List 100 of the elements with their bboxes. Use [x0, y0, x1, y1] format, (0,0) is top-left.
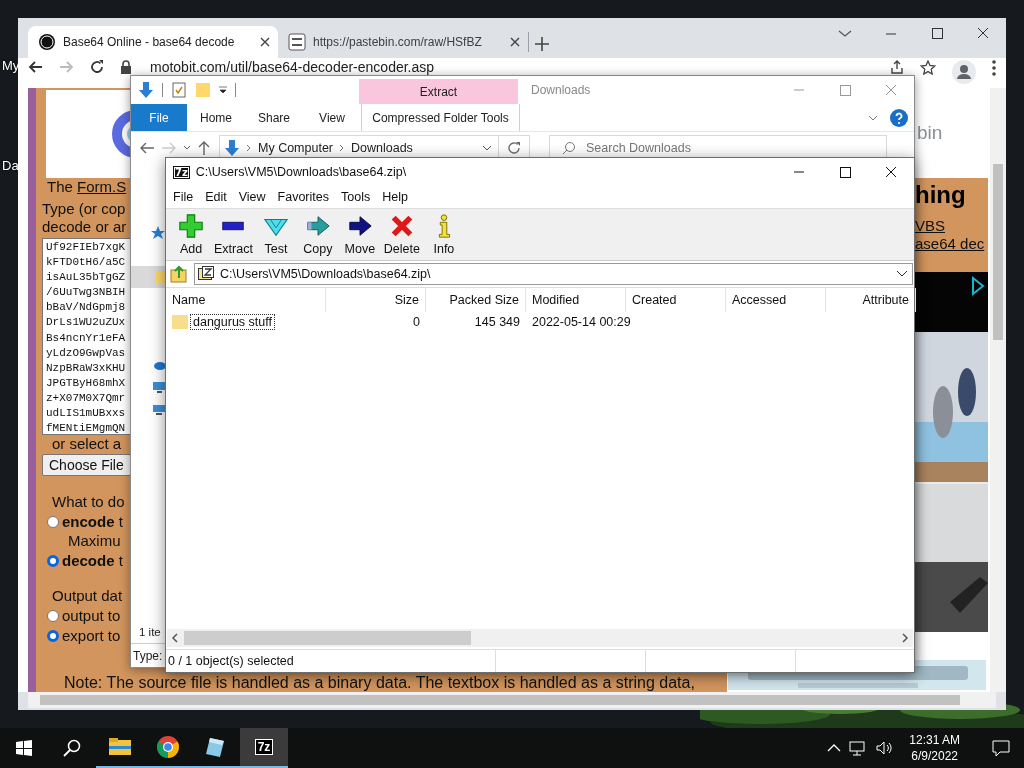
page-link[interactable]: ase64 dec [915, 235, 985, 253]
text-line: udLIS1mUBxxs [46, 406, 126, 422]
menu-item[interactable]: Help [377, 190, 415, 204]
horizontal-scrollbar[interactable] [167, 629, 913, 647]
logo-text: bin [917, 122, 943, 144]
toolbar-button[interactable]: Extract [212, 209, 255, 260]
scrollbar-thumb[interactable] [40, 695, 960, 705]
forward-icon [59, 60, 74, 74]
chevron-down-icon[interactable] [896, 270, 908, 278]
toolbar-button[interactable]: Delete [380, 209, 423, 260]
network-icon[interactable] [849, 740, 868, 756]
browser-tab[interactable]: Base64 Online - base64 decode [28, 26, 278, 58]
properties-icon[interactable] [171, 81, 187, 99]
network-icon[interactable] [153, 403, 165, 415]
folder-icon [172, 314, 188, 330]
browser-icon [156, 735, 180, 759]
up-icon[interactable] [197, 140, 211, 156]
radio-label: output to [62, 607, 121, 625]
address-field[interactable]: C:\Users\VM5\Downloads\base64.zip\ [194, 263, 913, 285]
up-folder-icon[interactable] [170, 265, 188, 283]
clock-date[interactable]: 6/9/2022 [911, 748, 958, 764]
breadcrumb-item[interactable]: Downloads [351, 141, 413, 155]
window-title: C:\Users\VM5\Downloads\base64.zip\ [195, 165, 407, 179]
clock-time[interactable]: 12:31 AM [909, 732, 960, 748]
chevron-up-icon[interactable] [827, 743, 842, 753]
chevron-down-icon[interactable] [183, 144, 191, 152]
page-link[interactable]: VBS [915, 217, 945, 235]
star-icon[interactable] [151, 226, 165, 240]
menu-item[interactable]: View [233, 190, 273, 204]
radio-button[interactable] [47, 516, 59, 528]
menu-item[interactable]: Favorites [272, 190, 336, 204]
ribbon-tab[interactable]: File [131, 104, 187, 131]
radio-button[interactable] [47, 610, 59, 622]
favicon-icon [38, 33, 56, 51]
radio-button[interactable] [47, 555, 59, 567]
browser-tab[interactable]: https://pastebin.com/raw/HSfBZ [278, 26, 528, 58]
address-bar[interactable]: motobit.com/util/base64-decoder-encoder.asp [150, 60, 435, 75]
vertical-scrollbar[interactable] [990, 88, 1006, 692]
radio-label: export to [62, 627, 121, 645]
text-line: yLdzO9GwpVas [46, 345, 126, 361]
taskbar-app[interactable]: 7z [240, 728, 288, 768]
desktop-icon-label[interactable]: My [2, 58, 20, 73]
toolbar-button[interactable]: Move [338, 209, 381, 260]
forward-icon [161, 140, 177, 156]
file-name[interactable]: dangurus stuff [191, 315, 274, 329]
ribbon-tab[interactable]: Compressed Folder Tools [361, 104, 520, 131]
back-icon[interactable] [139, 140, 155, 156]
page-link[interactable]: Form.S [77, 178, 127, 195]
page-text: Type (or cop [42, 200, 126, 218]
menu-icon[interactable] [992, 60, 996, 76]
breadcrumb-item[interactable]: My Computer [258, 141, 334, 155]
horizontal-scrollbar[interactable] [28, 692, 996, 708]
scrollbar-thumb[interactable] [993, 164, 1003, 340]
text-line: Uf92FIEb7xgK [46, 240, 126, 255]
menu-item[interactable]: File [168, 190, 201, 204]
page-text: Output dat [52, 587, 123, 605]
help-icon[interactable] [890, 108, 908, 127]
menu-item[interactable]: Tools [336, 190, 378, 204]
column-header[interactable]: Packed Size [426, 288, 526, 312]
column-header[interactable]: Attribute [826, 288, 916, 312]
column-header[interactable]: Created [626, 288, 726, 312]
menu-item[interactable]: Edit [200, 190, 234, 204]
text-area[interactable]: Uf92FIEb7xgK kFTD0tH6/a5C isAuL35bTgGZ /6UuTwg3NBIH bBaV/NdGpmj8 DrLs1WU2uZUx Bs4ncnYr1eFA yLdzO9GwpVas NzpBRaW3xKHU JPGTByH68mhX z+X07M0X7Qmr udLIS1mUBxxs fMENtiEMgmQN [42, 238, 130, 435]
text-line: JPGTByH68mhX [46, 375, 126, 391]
toolbar-button[interactable]: Copy [296, 209, 339, 260]
new-tab-icon[interactable] [535, 37, 549, 51]
column-header[interactable]: Accessed [726, 288, 826, 312]
toolbar-button[interactable]: Add [170, 209, 212, 260]
arrow-right-icon [346, 213, 373, 239]
choose-file-button[interactable]: Choose File [42, 454, 131, 476]
column-header[interactable]: Name [166, 288, 326, 312]
download-arrow-icon [224, 139, 240, 157]
cloud-icon[interactable] [153, 360, 165, 370]
page-text: What to do [52, 493, 125, 511]
page-text: Note: The source file is handled as a binary data. The textbox is handled as a string data, [64, 674, 695, 692]
profile-icon[interactable] [952, 60, 976, 84]
reload-icon[interactable] [90, 60, 104, 74]
ribbon-tab[interactable]: Share [245, 104, 303, 131]
column-header[interactable]: Size [326, 288, 426, 312]
desktop-icon-label[interactable]: Da [2, 158, 19, 173]
caret-icon[interactable] [219, 86, 227, 94]
scrollbar-thumb[interactable] [184, 631, 471, 645]
ribbon-tab[interactable]: View [303, 104, 361, 131]
ribbon-tab[interactable]: Home [187, 104, 245, 131]
text-line: bBaV/NdGpmj8 [46, 300, 126, 316]
window-title: Downloads [531, 83, 591, 97]
toolbar-button[interactable]: Test [254, 209, 297, 260]
share-icon[interactable] [890, 60, 904, 74]
monitor-icon[interactable] [153, 381, 165, 393]
download-arrow-icon[interactable] [138, 81, 154, 99]
search-icon [63, 739, 81, 757]
radio-button[interactable] [47, 630, 59, 642]
column-header[interactable]: Modified [526, 288, 626, 312]
star-icon[interactable] [920, 60, 936, 75]
toolbar-button[interactable]: Info [422, 209, 465, 260]
text-line: Bs4ncnYr1eFA [46, 330, 126, 346]
back-icon[interactable] [28, 60, 43, 74]
close-icon[interactable] [510, 37, 520, 47]
close-icon[interactable] [260, 37, 270, 47]
chevron-down-icon[interactable] [482, 144, 492, 152]
